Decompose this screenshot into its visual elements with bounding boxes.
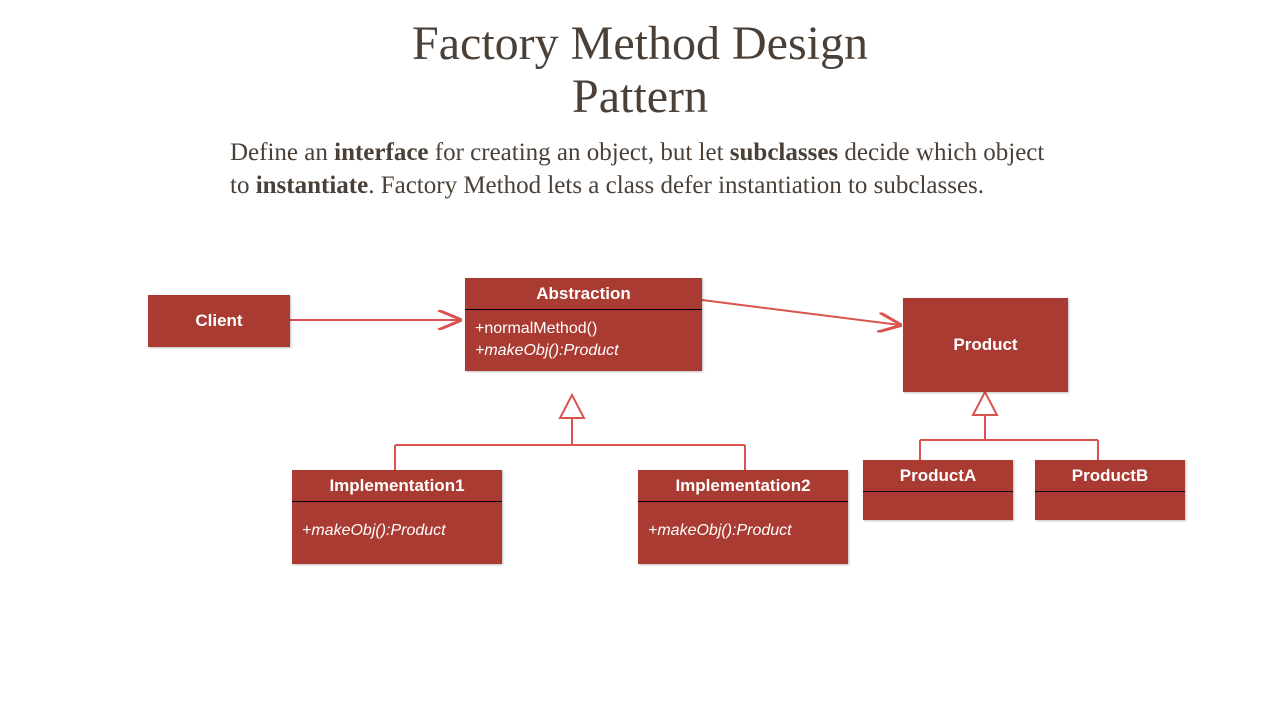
box-client: Client xyxy=(148,295,290,347)
box-abstraction: Abstraction +normalMethod() +makeObj():P… xyxy=(465,278,702,371)
desc-b3: instantiate xyxy=(256,172,369,199)
desc-t2: for creating an object, but let xyxy=(429,139,730,166)
impl1-title: Implementation1 xyxy=(292,470,502,502)
desc-b1: interface xyxy=(334,139,428,166)
inheritance-product xyxy=(920,392,1098,460)
impl2-title: Implementation2 xyxy=(638,470,848,502)
inheritance-abstraction xyxy=(395,395,745,470)
box-product-a: ProductA xyxy=(863,460,1013,520)
arrow-abstraction-product xyxy=(702,300,900,325)
product-b-label: ProductB xyxy=(1035,460,1185,492)
description: Define an interface for creating an obje… xyxy=(230,136,1050,204)
title-line-1: Factory Method Design xyxy=(412,17,868,70)
desc-b2: subclasses xyxy=(730,139,838,166)
box-product: Product xyxy=(903,298,1068,392)
desc-t4: . Factory Method lets a class defer inst… xyxy=(368,172,984,199)
abstraction-title: Abstraction xyxy=(465,278,702,310)
abstraction-method-2: +makeObj():Product xyxy=(475,340,692,362)
box-implementation1: Implementation1 +makeObj():Product xyxy=(292,470,502,564)
page-title: Factory Method Design Pattern xyxy=(0,0,1280,124)
impl1-method: +makeObj():Product xyxy=(302,520,492,542)
title-line-2: Pattern xyxy=(572,70,708,123)
client-label: Client xyxy=(195,311,242,331)
abstraction-method-1: +normalMethod() xyxy=(475,318,692,340)
impl2-method: +makeObj():Product xyxy=(648,520,838,542)
product-label: Product xyxy=(953,335,1017,355)
product-a-label: ProductA xyxy=(863,460,1013,492)
desc-t1: Define an xyxy=(230,139,334,166)
box-product-b: ProductB xyxy=(1035,460,1185,520)
box-implementation2: Implementation2 +makeObj():Product xyxy=(638,470,848,564)
